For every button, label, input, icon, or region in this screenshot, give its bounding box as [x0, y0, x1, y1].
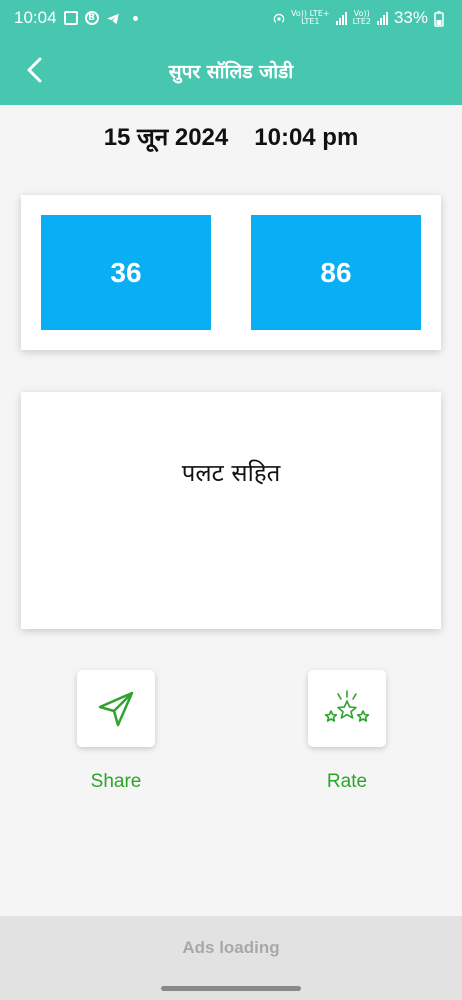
rate-button[interactable]: Rate	[308, 670, 386, 793]
status-time: 10:04	[14, 8, 57, 27]
image-icon	[63, 11, 78, 25]
sim1-network: Vo)) LTE+ LTE1	[291, 10, 330, 26]
rate-box[interactable]	[308, 670, 386, 747]
battery-icon	[434, 11, 448, 27]
number-box-1: 36	[41, 215, 211, 330]
info-card: पलट सहित	[21, 392, 441, 629]
b-app-icon: B	[84, 11, 99, 25]
page-title: सुपर सॉलिड जोडी	[168, 60, 294, 83]
date-time-row: 15 जून 2024 10:04 pm	[0, 120, 462, 153]
dot-icon	[132, 15, 138, 21]
chevron-left-icon	[27, 57, 42, 83]
status-left: 10:04 B	[14, 8, 138, 28]
date-text: 15 जून 2024	[103, 124, 229, 151]
share-button[interactable]: Share	[77, 670, 155, 793]
share-box[interactable]	[77, 670, 155, 747]
telegram-icon	[106, 11, 120, 25]
ads-banner: Ads loading	[0, 916, 462, 1000]
number-box-2: 86	[251, 215, 421, 330]
ads-text: Ads loading	[182, 938, 280, 957]
sim2-network-sub: LTE2	[352, 17, 371, 26]
numbers-card: 36 86	[21, 195, 441, 350]
app-bar: सुपर सॉलिड जोडी	[0, 36, 462, 105]
battery-percent: 33%	[393, 8, 428, 27]
sim1-network-sub: LTE1	[301, 17, 320, 26]
signal-icon-2	[376, 11, 388, 25]
status-right: Vo)) LTE+ LTE1 Vo)) LTE2 33%	[271, 8, 448, 28]
stars-icon	[324, 689, 370, 722]
status-bar: 10:04 B Vo)) LTE+ LTE1 Vo)) LTE2 33%	[0, 0, 462, 36]
rate-label: Rate	[326, 771, 368, 792]
home-indicator[interactable]	[161, 986, 301, 991]
back-button[interactable]	[18, 54, 50, 86]
share-label: Share	[90, 771, 142, 792]
info-text: पलट सहित	[181, 459, 281, 487]
signal-icon	[335, 11, 347, 25]
sim2-network: Vo)) LTE2	[353, 10, 371, 26]
hotspot-icon	[271, 11, 285, 25]
send-icon	[98, 691, 134, 726]
time-text: 10:04 pm	[254, 124, 359, 151]
